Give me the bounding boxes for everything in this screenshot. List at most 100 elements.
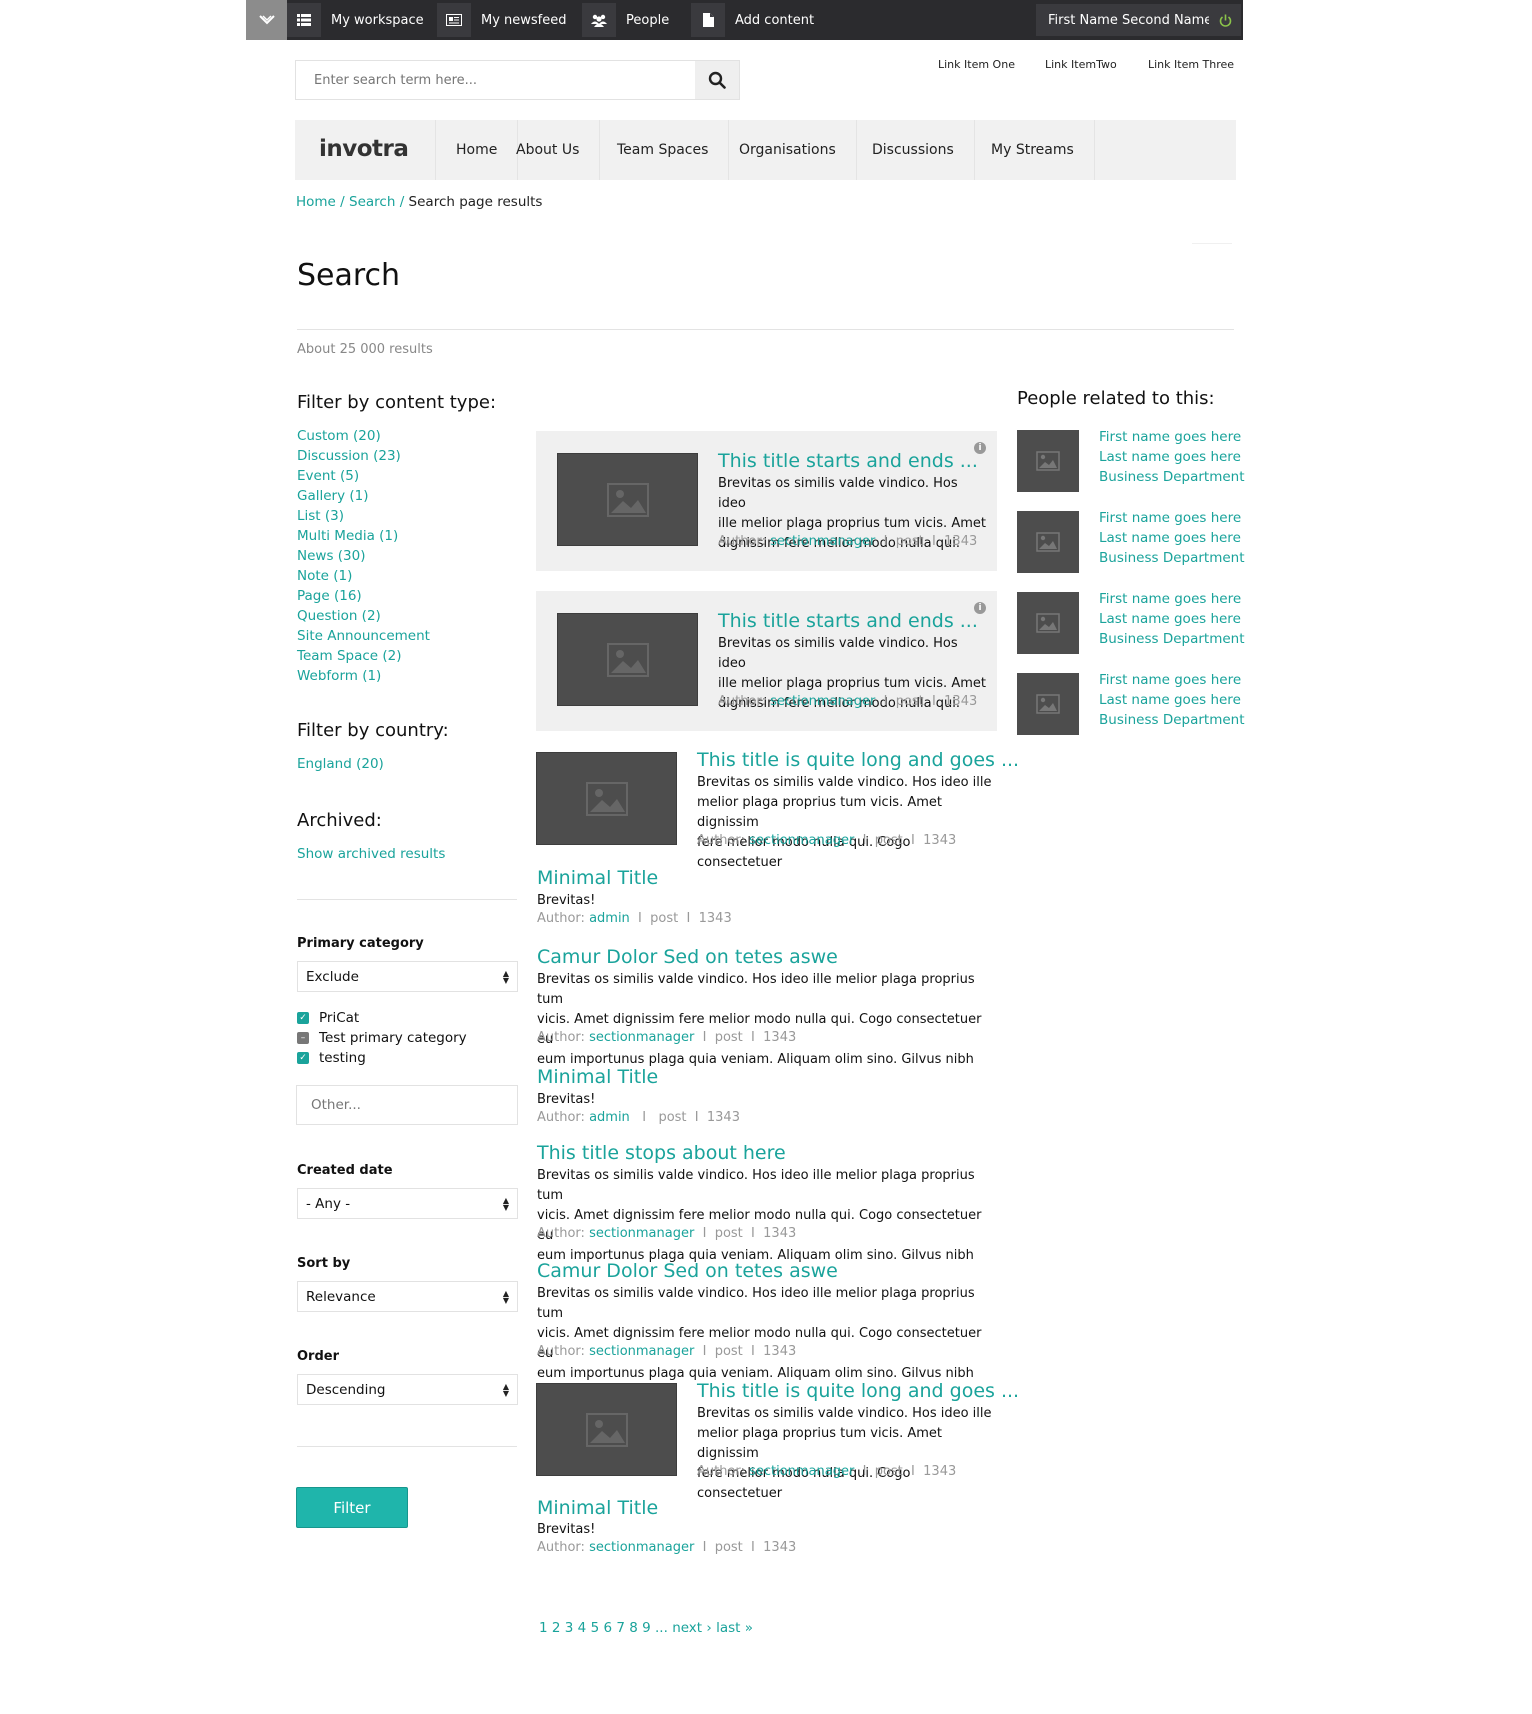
person-department[interactable]: Business Department bbox=[1099, 469, 1245, 485]
topbar-add-content[interactable]: Add content bbox=[691, 0, 814, 40]
top-link-three[interactable]: Link Item Three bbox=[1148, 58, 1234, 71]
result-title[interactable]: Minimal Title bbox=[537, 1497, 658, 1519]
content-type-link[interactable]: List (3) bbox=[297, 508, 344, 524]
result-title[interactable]: This title starts and ends ... bbox=[718, 450, 978, 472]
result-title[interactable]: Camur Dolor Sed on tetes aswe bbox=[537, 1260, 838, 1282]
info-icon[interactable]: i bbox=[974, 442, 986, 454]
logo[interactable]: invotra bbox=[319, 136, 409, 162]
category-testing[interactable]: ✓ testing bbox=[297, 1048, 366, 1068]
checkbox-checked-icon[interactable]: ✓ bbox=[297, 1052, 309, 1064]
category-test-primary[interactable]: – Test primary category bbox=[297, 1028, 467, 1048]
category-pricat[interactable]: ✓ PriCat bbox=[297, 1008, 359, 1028]
checkbox-partial-icon[interactable]: – bbox=[297, 1032, 309, 1044]
author-link[interactable]: sectionmanager bbox=[589, 1540, 694, 1555]
country-link[interactable]: England (20) bbox=[297, 756, 384, 772]
pager-last[interactable]: last bbox=[716, 1620, 740, 1636]
person-department[interactable]: Business Department bbox=[1099, 631, 1245, 647]
page-link[interactable]: 1 bbox=[539, 1620, 548, 1636]
show-archived-link[interactable]: Show archived results bbox=[297, 846, 445, 862]
page-link[interactable]: 6 bbox=[603, 1620, 612, 1636]
content-type-link[interactable]: Team Space (2) bbox=[297, 648, 402, 664]
created-date-select[interactable]: - Any - ▲ ▼ bbox=[297, 1188, 518, 1219]
primary-category-select[interactable]: Exclude ▲ ▼ bbox=[297, 961, 518, 992]
person-avatar[interactable] bbox=[1017, 592, 1079, 654]
content-type-link[interactable]: Question (2) bbox=[297, 608, 381, 624]
pager-next[interactable]: next › bbox=[672, 1620, 712, 1636]
result-title[interactable]: This title is quite long and goes ... bbox=[697, 749, 1019, 771]
page-link[interactable]: 4 bbox=[578, 1620, 587, 1636]
result-title[interactable]: This title is quite long and goes ... bbox=[697, 1380, 1019, 1402]
person-last-name[interactable]: Last name goes here bbox=[1099, 692, 1241, 708]
person-avatar[interactable] bbox=[1017, 673, 1079, 735]
content-type-link[interactable]: Note (1) bbox=[297, 568, 352, 584]
person-department[interactable]: Business Department bbox=[1099, 712, 1245, 728]
page-link[interactable]: 3 bbox=[565, 1620, 574, 1636]
author-link[interactable]: admin bbox=[589, 911, 630, 926]
topbar-people[interactable]: People bbox=[582, 0, 669, 40]
nav-organisations[interactable]: Organisations bbox=[719, 120, 857, 180]
result-title[interactable]: Camur Dolor Sed on tetes aswe bbox=[537, 946, 838, 968]
person-last-name[interactable]: Last name goes here bbox=[1099, 611, 1241, 627]
user-menu[interactable]: First Name Second Name bbox=[1036, 4, 1225, 36]
author-link[interactable]: sectionmanager bbox=[770, 694, 875, 709]
filter-button[interactable]: Filter bbox=[296, 1487, 408, 1528]
content-type-link[interactable]: Site Announcement bbox=[297, 628, 430, 644]
search-input[interactable] bbox=[296, 61, 695, 99]
page-link[interactable]: 7 bbox=[616, 1620, 625, 1636]
person-first-name[interactable]: First name goes here bbox=[1099, 672, 1241, 688]
content-type-link[interactable]: Multi Media (1) bbox=[297, 528, 398, 544]
page-link[interactable]: 9 bbox=[642, 1620, 651, 1636]
person-first-name[interactable]: First name goes here bbox=[1099, 429, 1241, 445]
page-link[interactable]: 2 bbox=[552, 1620, 561, 1636]
author-link[interactable]: admin bbox=[589, 1110, 630, 1125]
author-link[interactable]: sectionmanager bbox=[749, 833, 854, 848]
topbar-my-workspace[interactable]: My workspace bbox=[287, 0, 424, 40]
top-link-two[interactable]: Link ItemTwo bbox=[1045, 58, 1117, 71]
content-type-link[interactable]: Page (16) bbox=[297, 588, 362, 604]
person-first-name[interactable]: First name goes here bbox=[1099, 591, 1241, 607]
content-type-link[interactable]: Gallery (1) bbox=[297, 488, 369, 504]
power-button[interactable] bbox=[1209, 4, 1241, 36]
author-link[interactable]: sectionmanager bbox=[589, 1030, 694, 1045]
result-thumbnail[interactable] bbox=[557, 453, 698, 546]
content-type-link[interactable]: Discussion (23) bbox=[297, 448, 401, 464]
sort-by-select[interactable]: Relevance ▲ ▼ bbox=[297, 1281, 518, 1312]
result-title[interactable]: Minimal Title bbox=[537, 1066, 658, 1088]
person-last-name[interactable]: Last name goes here bbox=[1099, 449, 1241, 465]
breadcrumb-search[interactable]: Search bbox=[349, 194, 395, 210]
double-chevron-right-icon[interactable]: » bbox=[745, 1620, 753, 1636]
content-type-link[interactable]: Custom (20) bbox=[297, 428, 381, 444]
nav-about-us[interactable]: About Us bbox=[496, 120, 601, 180]
order-select[interactable]: Descending ▲ ▼ bbox=[297, 1374, 518, 1405]
result-title[interactable]: This title stops about here bbox=[537, 1142, 786, 1164]
author-link[interactable]: sectionmanager bbox=[589, 1226, 694, 1241]
result-thumbnail[interactable] bbox=[557, 613, 698, 706]
person-avatar[interactable] bbox=[1017, 430, 1079, 492]
result-title[interactable]: Minimal Title bbox=[537, 867, 658, 889]
toolbar-toggle[interactable] bbox=[246, 0, 287, 40]
page-link[interactable]: 8 bbox=[629, 1620, 638, 1636]
author-link[interactable]: sectionmanager bbox=[749, 1464, 854, 1479]
person-last-name[interactable]: Last name goes here bbox=[1099, 530, 1241, 546]
author-link[interactable]: sectionmanager bbox=[770, 534, 875, 549]
content-type-link[interactable]: Event (5) bbox=[297, 468, 359, 484]
other-category-input[interactable]: Other... bbox=[296, 1085, 518, 1125]
person-first-name[interactable]: First name goes here bbox=[1099, 510, 1241, 526]
checkbox-checked-icon[interactable]: ✓ bbox=[297, 1012, 309, 1024]
author-link[interactable]: sectionmanager bbox=[589, 1344, 694, 1359]
search-button[interactable] bbox=[695, 61, 739, 99]
topbar-my-newsfeed[interactable]: My newsfeed bbox=[437, 0, 567, 40]
nav-my-streams[interactable]: My Streams bbox=[971, 120, 1095, 180]
person-department[interactable]: Business Department bbox=[1099, 550, 1245, 566]
content-type-link[interactable]: News (30) bbox=[297, 548, 365, 564]
result-thumbnail[interactable] bbox=[536, 1383, 677, 1476]
result-thumbnail[interactable] bbox=[536, 752, 677, 845]
result-title[interactable]: This title starts and ends ... bbox=[718, 610, 978, 632]
nav-team-spaces[interactable]: Team Spaces bbox=[597, 120, 730, 180]
content-type-link[interactable]: Webform (1) bbox=[297, 668, 381, 684]
top-link-one[interactable]: Link Item One bbox=[938, 58, 1015, 71]
person-avatar[interactable] bbox=[1017, 511, 1079, 573]
info-icon[interactable]: i bbox=[974, 602, 986, 614]
page-link[interactable]: 5 bbox=[591, 1620, 600, 1636]
breadcrumb-home[interactable]: Home bbox=[296, 194, 336, 210]
